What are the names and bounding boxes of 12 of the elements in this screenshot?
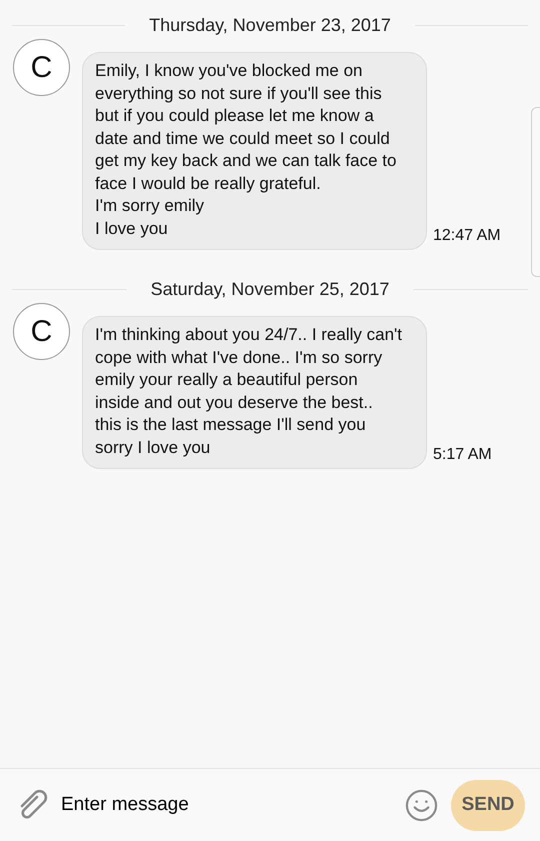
contact-avatar[interactable]: C xyxy=(13,39,70,96)
contact-avatar[interactable]: C xyxy=(13,303,70,360)
message-time: 5:17 AM xyxy=(433,445,492,465)
send-button[interactable]: SEND xyxy=(451,780,525,830)
message-bubble: I'm thinking about you 24/7.. I really can't cope with what I've done.. I'm so sorry emily your really a beautiful person inside and out you deserve the best.. this is the last message I'll send you sorry I love you xyxy=(82,316,427,469)
edge-panel-handle[interactable] xyxy=(531,107,540,277)
message-time: 12:47 AM xyxy=(433,226,501,246)
date-separator: Saturday, November 25, 2017 xyxy=(150,278,390,301)
smiley-icon[interactable] xyxy=(405,788,438,822)
message-input[interactable]: Enter message xyxy=(61,790,405,820)
message-bubble: Emily, I know you've blocked me on everything so not sure if you'll see this but if you could please let me know a date and time we could meet so I could get my key back and we can talk face to face I would be really grateful. I'm sorry emily I love you xyxy=(82,52,427,250)
date-separator: Thursday, November 23, 2017 xyxy=(149,14,391,37)
